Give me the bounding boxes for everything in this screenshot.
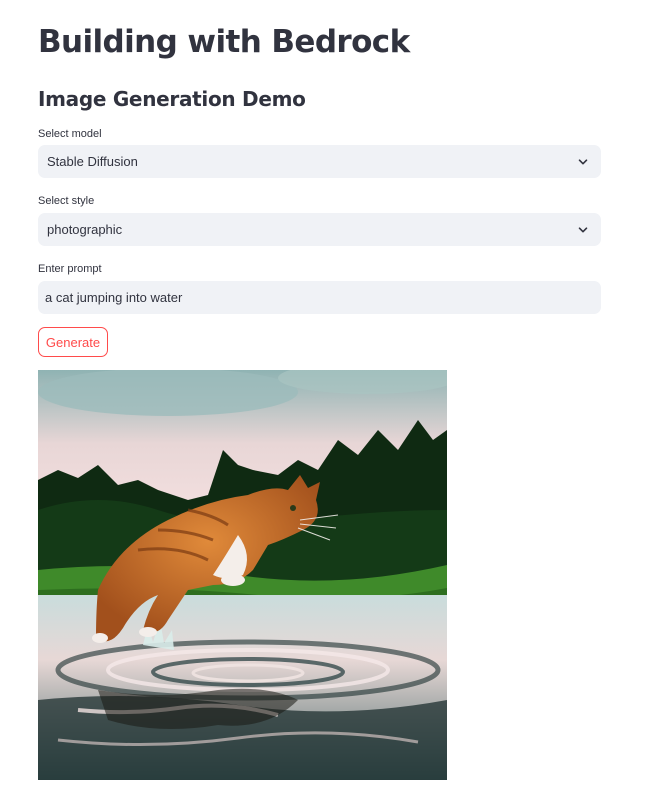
model-select[interactable]: Stable Diffusion <box>38 145 601 178</box>
model-select-label: Select model <box>38 128 102 140</box>
style-select[interactable]: photographic <box>38 213 601 246</box>
generate-button[interactable]: Generate <box>38 327 108 357</box>
prompt-input[interactable] <box>38 281 601 314</box>
page-subtitle: Image Generation Demo <box>38 87 306 111</box>
style-select-value: photographic <box>47 222 123 237</box>
prompt-label: Enter prompt <box>38 263 102 275</box>
chevron-down-icon <box>578 159 588 165</box>
generated-image <box>38 370 447 780</box>
model-select-value: Stable Diffusion <box>47 154 138 169</box>
style-select-label: Select style <box>38 195 95 207</box>
page-title: Building with Bedrock <box>38 24 410 60</box>
cat-image-illustration <box>38 370 447 780</box>
chevron-down-icon <box>578 227 588 233</box>
prompt-input-wrapper <box>38 281 601 314</box>
